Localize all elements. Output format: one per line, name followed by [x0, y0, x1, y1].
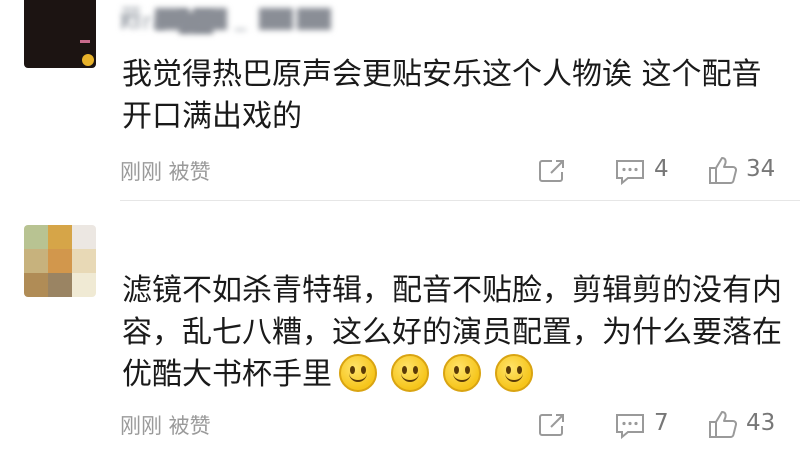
smile-emoji-icon — [495, 353, 533, 392]
thumbs-up-icon[interactable] — [708, 409, 738, 439]
share-icon[interactable] — [538, 158, 568, 184]
smile-emoji-icon — [443, 353, 481, 392]
reply-count: 7 — [654, 410, 669, 436]
comment-meta: 刚刚 被赞 4 34 — [120, 154, 780, 188]
like-count: 34 — [746, 156, 776, 182]
comment-time: 刚刚 被赞 — [120, 414, 211, 438]
reply-icon[interactable] — [614, 158, 646, 186]
reply-icon[interactable] — [614, 412, 646, 440]
avatar[interactable] — [24, 0, 96, 68]
username-blurred[interactable]: 开 _ — [120, 0, 331, 32]
thumbs-up-icon[interactable] — [708, 155, 738, 185]
comment-text: 我觉得热巴原声会更贴安乐这个人物诶 这个配音开口满出戏的 — [122, 57, 762, 134]
comment-text: 滤镜不如杀青特辑，配音不贴脸，剪辑剪的没有内容，乱七八糟，这么好的演员配置，为什… — [122, 273, 782, 392]
reply-count: 4 — [654, 156, 669, 182]
smile-emoji-icon — [339, 353, 377, 392]
smile-emoji-icon — [391, 353, 429, 392]
avatar[interactable] — [24, 225, 96, 297]
share-icon[interactable] — [538, 412, 568, 438]
comment-meta: 刚刚 被赞 7 43 — [120, 408, 780, 442]
comment-time: 刚刚 被赞 — [120, 160, 211, 184]
like-count: 43 — [746, 410, 776, 436]
